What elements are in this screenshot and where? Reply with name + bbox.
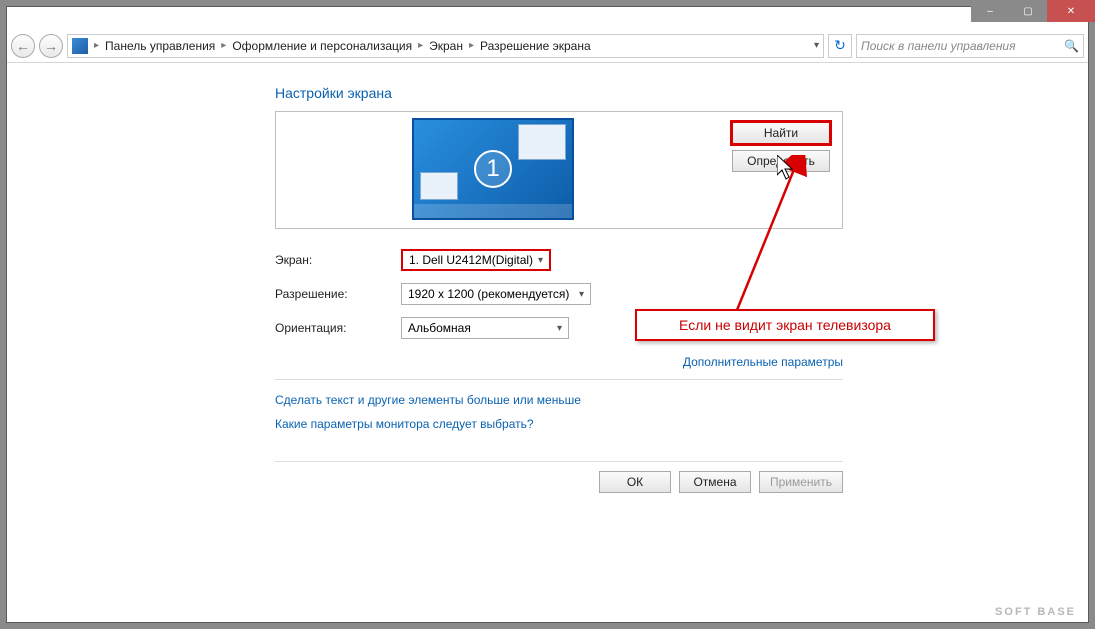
back-button[interactable]: ←	[11, 34, 35, 58]
window-titlebar: – ▢ ✕	[971, 0, 1095, 22]
display-preview-box: 1 Найти Определить	[275, 111, 843, 229]
display-select[interactable]: 1. Dell U2412M(Digital) ▾	[401, 249, 551, 271]
find-button[interactable]: Найти	[732, 122, 830, 144]
text-size-link[interactable]: Сделать текст и другие элементы больше и…	[275, 393, 581, 407]
monitor-number: 1	[474, 150, 512, 188]
monitor-thumbnail[interactable]: 1	[412, 118, 574, 220]
display-label: Экран:	[275, 253, 401, 267]
content-area: Настройки экрана 1 Найти Определить Экра…	[7, 63, 1088, 622]
orientation-select-value: Альбомная	[408, 321, 471, 335]
chevron-down-icon: ▾	[557, 323, 562, 334]
chevron-down-icon: ▾	[579, 289, 584, 300]
resolution-select[interactable]: 1920 x 1200 (рекомендуется) ▾	[401, 283, 591, 305]
window-thumbnail	[420, 172, 458, 200]
watermark: SOFT BASE	[995, 606, 1076, 618]
breadcrumb-item[interactable]: Панель управления	[105, 39, 215, 53]
chevron-down-icon: ▾	[538, 255, 543, 266]
control-panel-icon	[72, 38, 88, 54]
breadcrumb-item[interactable]: Разрешение экрана	[480, 39, 591, 53]
advanced-settings-link[interactable]: Дополнительные параметры	[683, 355, 843, 369]
breadcrumb-item[interactable]: Экран	[429, 39, 463, 53]
page-title: Настройки экрана	[275, 85, 392, 101]
chevron-right-icon: ▸	[94, 40, 99, 51]
forward-button[interactable]: →	[39, 34, 63, 58]
which-settings-link[interactable]: Какие параметры монитора следует выбрать…	[275, 417, 581, 431]
ok-button[interactable]: ОК	[599, 471, 671, 493]
orientation-label: Ориентация:	[275, 321, 401, 335]
apply-button[interactable]: Применить	[759, 471, 843, 493]
chevron-right-icon: ▸	[221, 40, 226, 51]
separator	[275, 461, 843, 462]
identify-button[interactable]: Определить	[732, 150, 830, 172]
chevron-down-icon[interactable]: ▾	[814, 40, 819, 51]
search-icon: 🔍	[1064, 39, 1079, 53]
chevron-right-icon: ▸	[469, 40, 474, 51]
maximize-button[interactable]: ▢	[1009, 0, 1047, 22]
resolution-select-value: 1920 x 1200 (рекомендуется)	[408, 287, 569, 301]
cancel-button[interactable]: Отмена	[679, 471, 751, 493]
display-select-value: 1. Dell U2412M(Digital)	[409, 253, 533, 267]
close-button[interactable]: ✕	[1047, 0, 1095, 22]
annotation-callout: Если не видит экран телевизора	[635, 309, 935, 341]
refresh-button[interactable]: ↻	[828, 34, 852, 58]
search-placeholder: Поиск в панели управления	[861, 39, 1016, 53]
navigation-bar: ← → ▸ Панель управления ▸ Оформление и п…	[7, 29, 1088, 63]
separator	[275, 379, 843, 380]
control-panel-window: ← → ▸ Панель управления ▸ Оформление и п…	[6, 6, 1089, 623]
window-thumbnail	[518, 124, 566, 160]
search-input[interactable]: Поиск в панели управления 🔍	[856, 34, 1084, 58]
chevron-right-icon: ▸	[418, 40, 423, 51]
resolution-label: Разрешение:	[275, 287, 401, 301]
breadcrumb[interactable]: ▸ Панель управления ▸ Оформление и персо…	[67, 34, 824, 58]
orientation-select[interactable]: Альбомная ▾	[401, 317, 569, 339]
breadcrumb-item[interactable]: Оформление и персонализация	[232, 39, 412, 53]
minimize-button[interactable]: –	[971, 0, 1009, 22]
taskbar-thumbnail	[414, 204, 572, 218]
